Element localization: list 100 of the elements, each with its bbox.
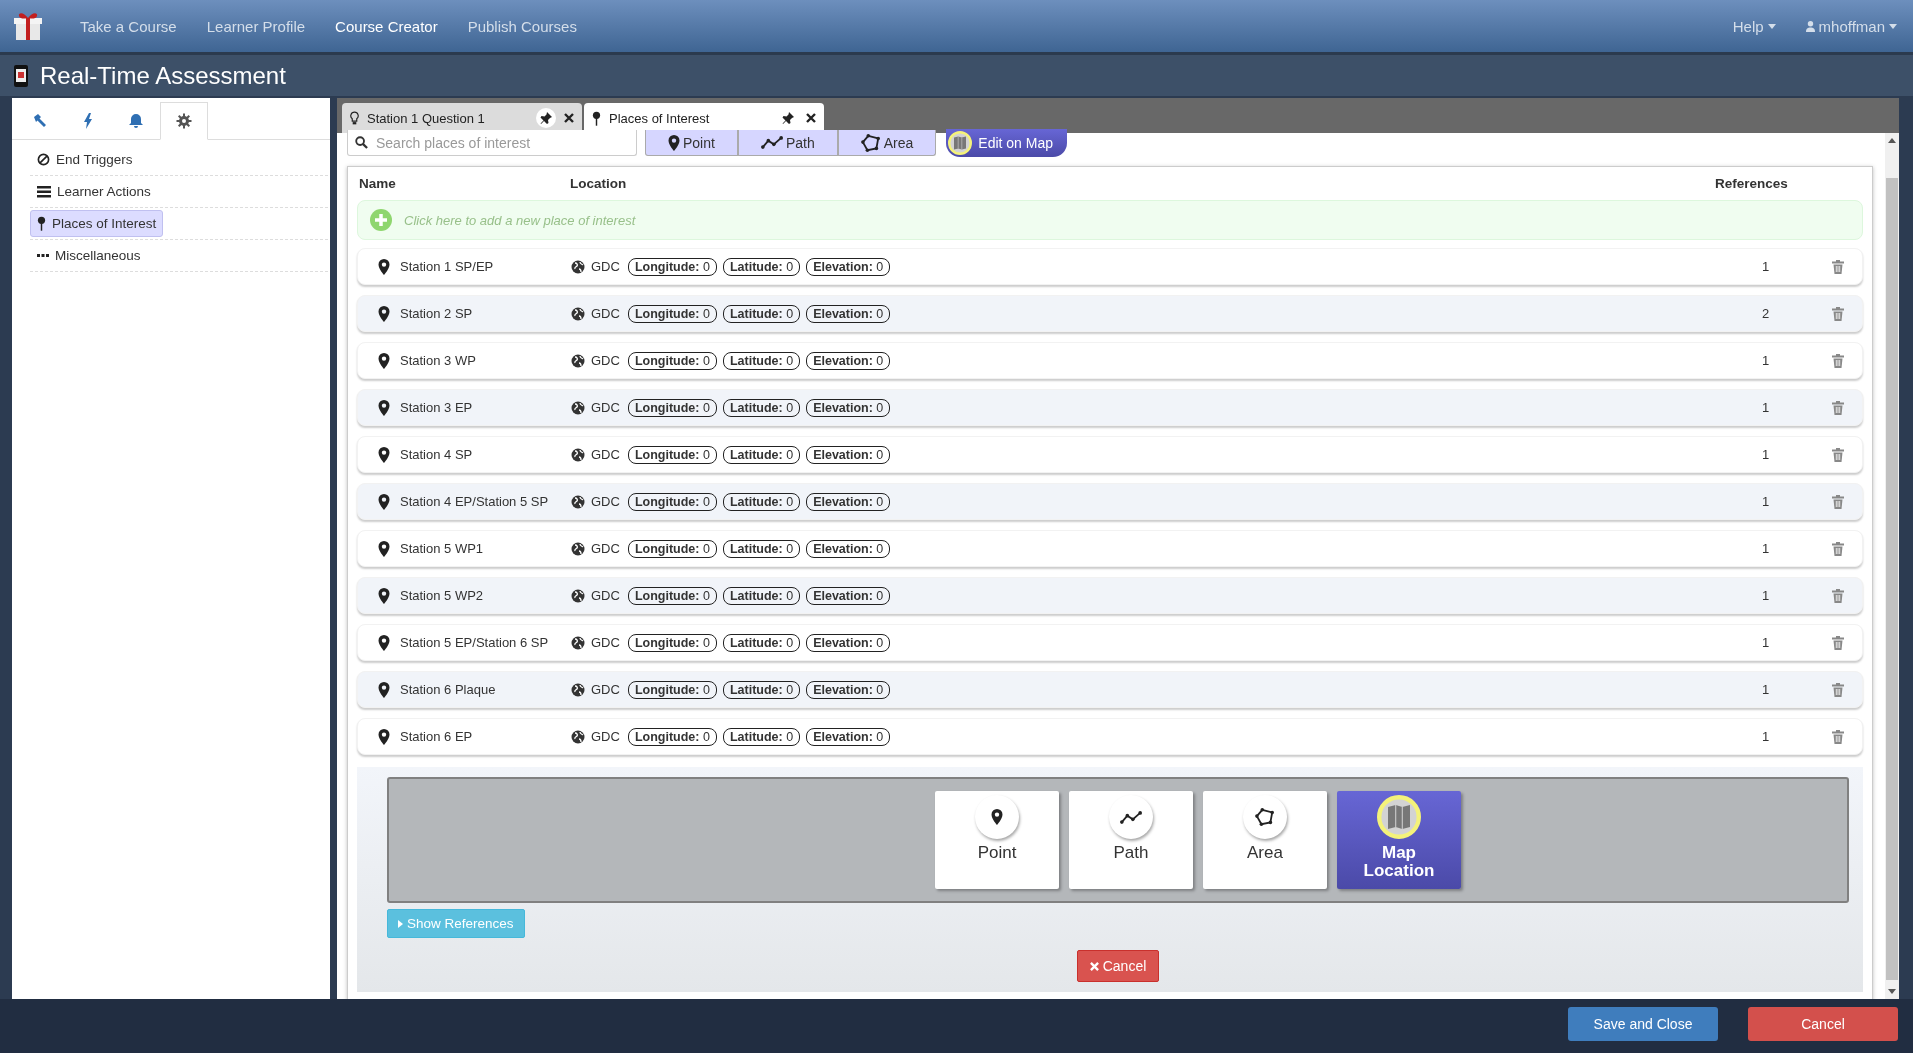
close-icon[interactable] [806, 113, 816, 123]
place-name: Station 6 Plaque [400, 682, 496, 697]
place-row[interactable]: Station 3 EP GDC Longitude: 0 Latitude: 0 Elevation: 0 1 [357, 389, 1863, 426]
place-row[interactable]: Station 6 Plaque GDC Longitude: 0 Latitude: 0 Elevation: 0 1 [357, 671, 1863, 708]
add-prompt: Click here to add a new place of interest [404, 212, 636, 228]
column-header: Location [570, 176, 628, 191]
coordinate-value: Longitude: 0 [627, 539, 717, 558]
place-row[interactable]: Station 4 EP/Station 5 SP GDC Longitude: 0 Latitude: 0 Elevation: 0 1 [357, 483, 1863, 520]
delete-icon[interactable] [1832, 259, 1844, 274]
scrollbar[interactable] [1885, 133, 1899, 999]
delete-icon[interactable] [1832, 494, 1844, 509]
coordinate-value: Longitude: 0 [627, 633, 717, 652]
map-pin-icon [378, 540, 390, 557]
scroll-up-icon[interactable] [1888, 138, 1896, 143]
globe-icon [571, 353, 585, 368]
nav-link[interactable]: Course Creator [335, 17, 438, 35]
tile-label: Area [1247, 844, 1283, 862]
polygon-icon [1255, 808, 1275, 826]
delete-icon[interactable] [1832, 541, 1844, 556]
tablet-icon [14, 64, 28, 87]
coordinate-value: Latitude: 0 [722, 633, 801, 652]
sidebar-item[interactable]: Miscellaneous [30, 242, 148, 269]
search-field[interactable]: Search places of interest [347, 130, 637, 156]
coordinate-system: GDC [591, 447, 620, 462]
coordinate-system: GDC [591, 729, 620, 744]
globe-icon [571, 447, 585, 462]
coordinate-value: Elevation: 0 [806, 680, 891, 699]
delete-icon[interactable] [1832, 400, 1844, 415]
hammer-icon [32, 113, 48, 129]
sidebar-tab[interactable] [160, 102, 208, 140]
place-row[interactable]: Station 3 WP GDC Longitude: 0 Latitude: 0 Elevation: 0 1 [357, 342, 1863, 379]
delete-icon[interactable] [1832, 682, 1844, 697]
shape-type-tile[interactable]: Map Location [1337, 791, 1461, 889]
place-row[interactable]: Station 5 WP2 GDC Longitude: 0 Latitude: 0 Elevation: 0 1 [357, 577, 1863, 614]
coordinate-value: Elevation: 0 [806, 633, 891, 652]
reference-count: 1 [1762, 494, 1771, 509]
coordinate-value: Elevation: 0 [806, 351, 891, 370]
polyline-icon [1120, 810, 1142, 824]
editor-tab[interactable]: Station 1 Question 1 [342, 103, 582, 133]
coordinate-value: Latitude: 0 [722, 492, 801, 511]
delete-icon[interactable] [1832, 447, 1844, 462]
place-name: Station 5 WP1 [400, 541, 484, 556]
delete-icon[interactable] [1832, 353, 1844, 368]
place-name: Station 5 EP/Station 6 SP [400, 635, 549, 650]
reference-count: 2 [1762, 306, 1771, 321]
place-row[interactable]: Station 2 SP GDC Longitude: 0 Latitude: 0 Elevation: 0 2 [357, 295, 1863, 332]
place-row[interactable]: Station 1 SP/EP GDC Longitude: 0 Latitude: 0 Elevation: 0 1 [357, 248, 1863, 285]
cancel-button[interactable]: Cancel [1748, 1007, 1898, 1041]
globe-icon [571, 259, 585, 274]
close-icon[interactable] [564, 113, 574, 123]
lightning-icon [83, 113, 93, 129]
coordinate-system: GDC [591, 635, 620, 650]
coordinate-value: Elevation: 0 [806, 727, 891, 746]
delete-icon[interactable] [1832, 588, 1844, 603]
lightbulb-icon [350, 110, 359, 126]
coordinate-value: Elevation: 0 [806, 398, 891, 417]
place-row[interactable]: Station 6 EP GDC Longitude: 0 Latitude: 0 Elevation: 0 1 [357, 718, 1863, 755]
delete-icon[interactable] [1832, 635, 1844, 650]
coordinate-value: Longitude: 0 [627, 680, 717, 699]
map-pin-icon [668, 134, 680, 151]
place-name: Station 6 EP [400, 729, 473, 744]
scroll-down-icon[interactable] [1888, 989, 1896, 994]
coordinate-value: Longitude: 0 [627, 398, 717, 417]
caret-icon [398, 919, 403, 928]
plus-circle-icon [370, 209, 392, 231]
shape-button[interactable]: Area [837, 130, 937, 156]
close-icon [1089, 961, 1099, 971]
sidebar-item[interactable]: Learner Actions [30, 178, 158, 205]
dialog-title: Real-Time Assessment [40, 61, 286, 90]
coordinate-system: GDC [591, 682, 620, 697]
shape-type-tile[interactable]: Path [1069, 791, 1193, 889]
shape-type-tile[interactable]: Point [935, 791, 1059, 889]
coordinate-value: Longitude: 0 [627, 586, 717, 605]
place-row[interactable]: Station 4 SP GDC Longitude: 0 Latitude: 0 Elevation: 0 1 [357, 436, 1863, 473]
edit-on-map-button[interactable]: Edit on Map [946, 129, 1068, 157]
ellipsis-icon [37, 253, 49, 258]
reference-count: 1 [1762, 635, 1771, 650]
folded-map-icon [1377, 795, 1421, 839]
place-name: Station 4 EP/Station 5 SP [400, 494, 549, 509]
polygon-icon [860, 133, 881, 152]
cancel-button[interactable]: Cancel [1076, 950, 1160, 982]
globe-icon [571, 400, 585, 415]
pushpin-icon [37, 216, 46, 231]
sidebar-item[interactable]: End Triggers [30, 146, 140, 173]
coordinate-value: Latitude: 0 [722, 257, 801, 276]
shape-button[interactable]: Point [645, 130, 738, 156]
coordinate-value: Elevation: 0 [806, 304, 891, 323]
place-row[interactable]: Station 5 EP/Station 6 SP GDC Longitude: 0 Latitude: 0 Elevation: 0 1 [357, 624, 1863, 661]
shape-type-tile[interactable]: Area [1203, 791, 1327, 889]
delete-icon[interactable] [1832, 729, 1844, 744]
sidebar-item[interactable]: Places of Interest [30, 210, 164, 237]
thumbtack-icon[interactable] [536, 108, 556, 128]
reference-count: 1 [1762, 400, 1771, 415]
shape-button[interactable]: Path [737, 130, 838, 156]
editor-tab[interactable]: Places of Interest [584, 103, 824, 133]
polyline-icon [760, 136, 783, 149]
place-row[interactable]: Station 5 WP1 GDC Longitude: 0 Latitude: 0 Elevation: 0 1 [357, 530, 1863, 567]
save-and-close-button[interactable]: Save and Close [1568, 1007, 1718, 1041]
delete-icon[interactable] [1832, 306, 1844, 321]
globe-icon [571, 306, 585, 321]
